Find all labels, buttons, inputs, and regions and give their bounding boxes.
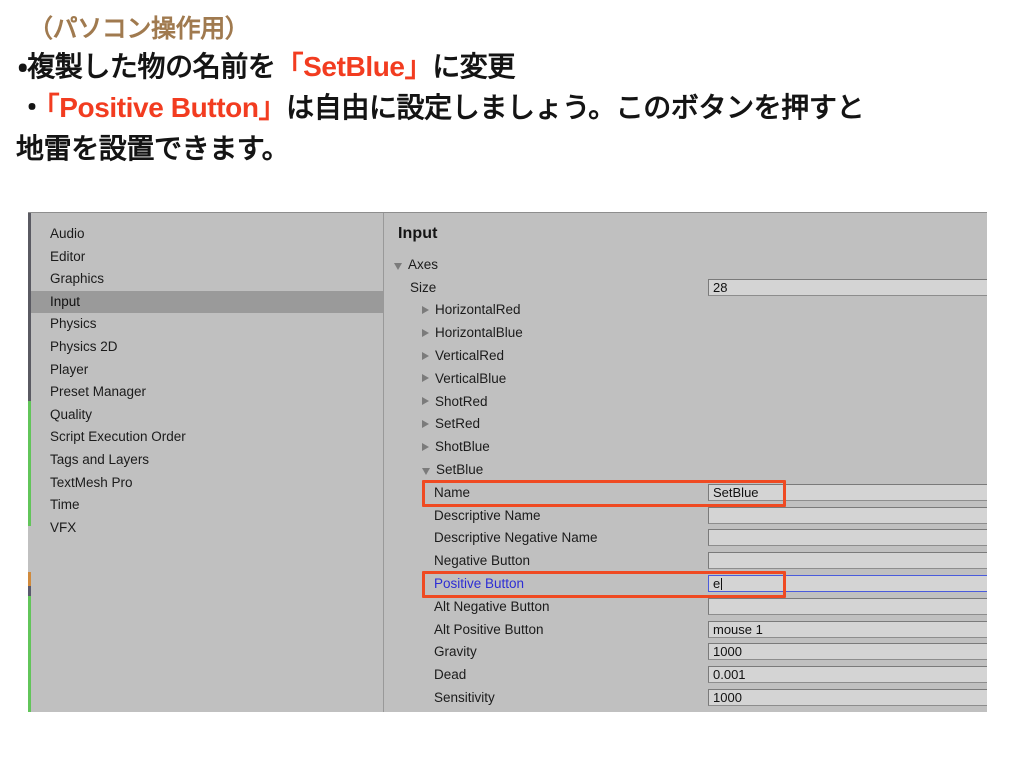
chevron-right-icon[interactable]	[422, 328, 429, 337]
chevron-right-icon[interactable]	[422, 397, 429, 406]
property-row-gravity[interactable]: Gravity 1000	[384, 641, 987, 664]
slide-bullet-1: ・複製した物の名前を「SetBlue」に変更	[18, 46, 1008, 87]
axis-row-setred[interactable]: SetRed	[384, 413, 987, 436]
sidebar-item-tags-and-layers[interactable]: Tags and Layers	[31, 449, 383, 472]
axis-row-verticalred[interactable]: VerticalRed	[384, 344, 987, 367]
property-input-descriptive-negative-name[interactable]	[708, 529, 987, 547]
property-label: Name	[434, 484, 471, 500]
sidebar-item-textmesh-pro[interactable]: TextMesh Pro	[31, 472, 383, 495]
property-input-negative-button[interactable]	[708, 552, 987, 570]
property-row-alt-positive-button[interactable]: Alt Positive Button mouse 1	[384, 618, 987, 641]
axis-row-shotblue[interactable]: ShotBlue	[384, 435, 987, 458]
sidebar-item-physics[interactable]: Physics	[31, 313, 383, 336]
slide-bullet-3: 地雷を設置できます。	[16, 133, 290, 164]
property-label: Dead	[434, 667, 467, 683]
chevron-right-icon[interactable]	[422, 351, 429, 360]
property-label: Descriptive Name	[434, 507, 541, 523]
chevron-right-icon[interactable]	[422, 374, 429, 383]
chevron-right-icon[interactable]	[422, 305, 429, 314]
axis-row-verticalblue[interactable]: VerticalBlue	[384, 367, 987, 390]
page-title: Input	[398, 225, 438, 242]
axes-label: Axes	[408, 256, 439, 272]
sidebar-item-input[interactable]: Input	[31, 290, 383, 314]
size-label: Size	[410, 279, 437, 295]
axis-label: SetBlue	[436, 462, 484, 478]
property-input-name[interactable]: SetBlue	[708, 483, 987, 501]
property-label: Positive Button	[434, 576, 525, 592]
property-row-alt-negative-button[interactable]: Alt Negative Button	[384, 595, 987, 618]
axes-foldout-row[interactable]: Axes	[384, 253, 987, 276]
sidebar-item-time[interactable]: Time	[31, 494, 383, 517]
property-label: Gravity	[434, 644, 477, 660]
property-input-dead[interactable]: 0.001	[708, 666, 987, 684]
axis-label: HorizontalBlue	[435, 325, 523, 341]
property-input-alt-negative-button[interactable]	[708, 597, 987, 615]
text-cursor	[721, 578, 723, 591]
settings-category-sidebar[interactable]: Audio Editor Graphics Input Physics Physics 2…	[31, 213, 384, 712]
property-row-descriptive-name[interactable]: Descriptive Name	[384, 504, 987, 527]
size-input[interactable]: 28	[708, 278, 987, 296]
property-input-sensitivity[interactable]: 1000	[708, 689, 987, 707]
chevron-down-icon[interactable]	[422, 468, 430, 476]
sidebar-item-graphics[interactable]: Graphics	[31, 268, 383, 291]
sidebar-item-script-execution-order[interactable]: Script Execution Order	[31, 426, 383, 449]
axis-row-setblue[interactable]: SetBlue	[384, 458, 987, 481]
bullet-1-post: に変更	[432, 51, 515, 82]
property-input-alt-positive-button[interactable]: mouse 1	[708, 620, 987, 638]
property-row-dead[interactable]: Dead 0.001	[384, 663, 987, 686]
property-label: Alt Negative Button	[434, 598, 550, 614]
property-label: Alt Positive Button	[434, 621, 544, 637]
slide-text-block: （パソコン操作用） ・複製した物の名前を「SetBlue」に変更 ・「Posit…	[0, 0, 1024, 169]
property-row-negative-button[interactable]: Negative Button	[384, 549, 987, 572]
property-label: Descriptive Negative Name	[434, 530, 598, 546]
property-row-sensitivity[interactable]: Sensitivity 1000	[384, 686, 987, 709]
unity-project-settings-window: Audio Editor Graphics Input Physics Physics 2…	[28, 212, 987, 712]
bullet-2-highlight: 「Positive Button」	[45, 92, 287, 123]
sidebar-item-player[interactable]: Player	[31, 359, 383, 382]
axis-label: ShotBlue	[435, 439, 490, 455]
axis-label: VerticalBlue	[435, 370, 507, 386]
bullet-1-pre: ・複製した物の名前を	[18, 51, 276, 82]
property-input-descriptive-name[interactable]	[708, 506, 987, 524]
axes-list: HorizontalRed HorizontalBlue VerticalRed Ve…	[384, 299, 987, 481]
slide-title: （パソコン操作用）	[28, 15, 250, 43]
property-row-name[interactable]: Name SetBlue	[384, 481, 987, 504]
window-body: Audio Editor Graphics Input Physics Physics 2…	[31, 213, 987, 712]
property-input-gravity[interactable]: 1000	[708, 643, 987, 661]
sidebar-item-vfx[interactable]: VFX	[31, 517, 383, 540]
axis-label: VerticalRed	[435, 348, 505, 364]
property-label: Sensitivity	[434, 690, 495, 706]
axis-label: SetRed	[435, 416, 481, 432]
sidebar-item-editor[interactable]: Editor	[31, 246, 383, 269]
axis-row-shotred[interactable]: ShotRed	[384, 390, 987, 413]
bullet-2-post: は自由に設定しましょう。このボタンを押すと	[286, 92, 865, 123]
axis-row-horizontalred[interactable]: HorizontalRed	[384, 299, 987, 322]
chevron-down-icon[interactable]	[394, 262, 402, 270]
axis-label: HorizontalRed	[435, 302, 521, 318]
axis-row-horizontalblue[interactable]: HorizontalBlue	[384, 321, 987, 344]
axis-label: ShotRed	[435, 393, 488, 409]
slide-bullet-2: ・「Positive Button」は自由に設定しましょう。このボタンを押すと	[18, 87, 1008, 128]
chevron-right-icon[interactable]	[422, 442, 429, 451]
sidebar-item-preset-manager[interactable]: Preset Manager	[31, 381, 383, 404]
property-label: Negative Button	[434, 553, 531, 569]
sidebar-item-audio[interactable]: Audio	[31, 223, 383, 246]
chevron-right-icon[interactable]	[422, 419, 429, 428]
axis-properties-list: Name SetBlue Descriptive Name Descriptive N…	[384, 481, 987, 709]
input-settings-panel: Input Axes Size 28 HorizontalRed Horizont…	[384, 213, 987, 712]
size-row[interactable]: Size 28	[384, 276, 987, 299]
property-row-positive-button[interactable]: Positive Button e	[384, 572, 987, 595]
bullet-1-highlight: 「SetBlue」	[275, 51, 433, 82]
sidebar-item-quality[interactable]: Quality	[31, 404, 383, 427]
bullet-2-pre: ・	[18, 92, 46, 123]
property-input-positive-button[interactable]: e	[708, 575, 987, 593]
sidebar-item-physics-2d[interactable]: Physics 2D	[31, 336, 383, 359]
property-row-descriptive-negative-name[interactable]: Descriptive Negative Name	[384, 527, 987, 550]
